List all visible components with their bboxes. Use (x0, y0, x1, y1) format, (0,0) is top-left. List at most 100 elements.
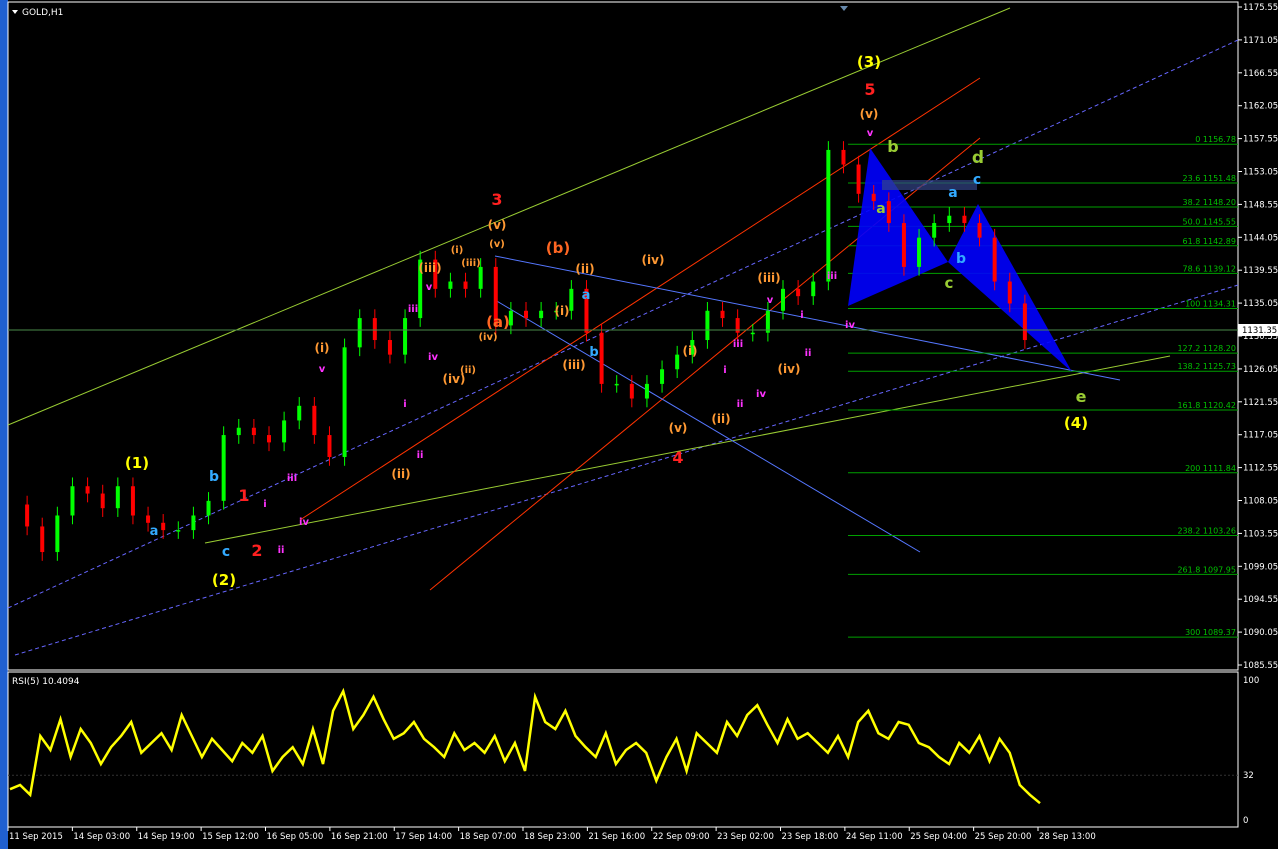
wave-label: c (222, 544, 230, 560)
wave-label: (iii) (461, 258, 480, 269)
candle-body (342, 347, 347, 457)
candle-body (327, 435, 332, 457)
wave-label: i (403, 399, 406, 410)
candle-body (675, 354, 680, 370)
candle-body (55, 515, 60, 553)
fib-level-label: 78.6 1139.12 (1183, 264, 1236, 273)
price-axis-label: 1144.05 (1243, 233, 1278, 243)
candle-body (826, 149, 831, 282)
candle-body (599, 332, 604, 384)
candle-body (917, 237, 922, 267)
price-axis-label: 1126.05 (1243, 365, 1278, 375)
time-axis-label: 14 Sep 19:00 (138, 832, 195, 842)
wave-label: iv (299, 517, 309, 528)
wave-label: (iv) (478, 332, 497, 343)
candle-body (841, 149, 846, 165)
fib-level-label: 238.2 1103.26 (1177, 527, 1236, 536)
wave-label: (v) (669, 421, 688, 435)
candle-body (901, 223, 906, 267)
fib-ratio: 200 (1185, 464, 1203, 473)
candle-body (236, 427, 241, 436)
candle-body (750, 332, 755, 335)
chart-window: GOLD,H1 RSI(5) 10.4094 0 1156.78 23.6 115… (0, 0, 1278, 849)
wave-label: (3) (857, 53, 881, 71)
wave-label: iv (756, 389, 766, 400)
candle-body (614, 383, 619, 386)
price-axis-label: 1094.55 (1243, 595, 1278, 605)
fib-ratio: 238.2 (1177, 527, 1202, 536)
fib-price: 1128.20 (1203, 344, 1236, 353)
price-axis-label: 1117.05 (1243, 431, 1278, 441)
fib-level-label: 23.6 1151.48 (1183, 174, 1236, 183)
candle-body (660, 369, 665, 384)
wave-label: i (263, 499, 266, 510)
price-axis-label: 1157.55 (1243, 135, 1278, 145)
candle-body (871, 193, 876, 202)
price-axis-label: 1135.05 (1243, 299, 1278, 309)
candle-body (221, 435, 226, 501)
fib-price: 1103.26 (1203, 527, 1236, 536)
candle-body (463, 281, 468, 289)
main-panel[interactable] (7, 1, 1239, 671)
wave-label: d (972, 148, 984, 168)
time-axis-label: 23 Sep 02:00 (717, 832, 774, 842)
wave-label: e (1076, 387, 1087, 406)
wave-label: a (948, 185, 957, 201)
fib-price: 1139.12 (1203, 264, 1236, 273)
price-axis-label: 1171.05 (1243, 36, 1278, 46)
price-axis-label: 1139.55 (1243, 266, 1278, 276)
wave-label: ii (737, 399, 744, 410)
candle-body (70, 486, 75, 516)
candle-body (372, 318, 377, 341)
candle-body (992, 237, 997, 282)
wave-label: (iii) (562, 358, 585, 372)
candle-body (796, 288, 801, 297)
price-axis-label: 1148.55 (1243, 200, 1278, 210)
wave-label: iii (287, 473, 297, 484)
fib-level-label: 0 1156.78 (1195, 135, 1236, 144)
fib-ratio: 127.2 (1177, 344, 1202, 353)
candle-body (1022, 303, 1027, 341)
wave-label: (i) (314, 341, 329, 355)
highlight-zone[interactable] (882, 180, 977, 190)
wave-label: (iv) (642, 253, 665, 267)
wave-label: (b) (546, 239, 570, 257)
candle-body (735, 318, 740, 333)
fib-level-label: 127.2 1128.20 (1177, 344, 1236, 353)
candle-body (644, 383, 649, 399)
wave-label: iv (428, 352, 438, 363)
candle-body (1007, 281, 1012, 304)
rsi-panel[interactable] (7, 671, 1239, 828)
price-axis-label: 1108.05 (1243, 497, 1278, 507)
wave-label: iv (845, 320, 855, 331)
wave-label: i (723, 365, 726, 376)
wave-label: (iv) (778, 362, 801, 376)
fib-price: 1111.84 (1203, 464, 1236, 473)
wave-label: (1) (125, 454, 149, 472)
candle-body (297, 405, 302, 421)
candle-body (811, 281, 816, 297)
time-axis-label: 11 Sep 2015 (9, 832, 63, 842)
candle-body (524, 310, 528, 319)
candle-body (977, 223, 982, 238)
time-axis-label: 25 Sep 20:00 (975, 832, 1032, 842)
wave-label: 1 (238, 486, 249, 505)
time-axis-label: 18 Sep 07:00 (460, 832, 517, 842)
time-axis-label: 21 Sep 16:00 (588, 832, 645, 842)
candle-body (478, 266, 483, 289)
wave-label: b (887, 137, 898, 156)
price-axis-label: 1112.55 (1243, 464, 1278, 474)
price-chart[interactable]: GOLD,H1 RSI(5) 10.4094 0 1156.7823.6 115… (0, 0, 1278, 849)
current-price-label: 1131.35 (1242, 326, 1277, 336)
time-axis-label: 14 Sep 03:00 (73, 832, 130, 842)
candle-body (115, 486, 120, 509)
candle-body (781, 288, 785, 311)
wave-label: (4) (1064, 414, 1088, 432)
fib-ratio: 23.6 (1183, 174, 1203, 183)
rsi-axis-label: 0 (1243, 816, 1248, 826)
time-axis-label: 24 Sep 11:00 (846, 832, 903, 842)
price-axis-label: 1175.55 (1243, 3, 1278, 13)
candle-body (176, 530, 181, 532)
fib-ratio: 78.6 (1183, 264, 1203, 273)
symbol-label: GOLD,H1 (22, 8, 63, 18)
